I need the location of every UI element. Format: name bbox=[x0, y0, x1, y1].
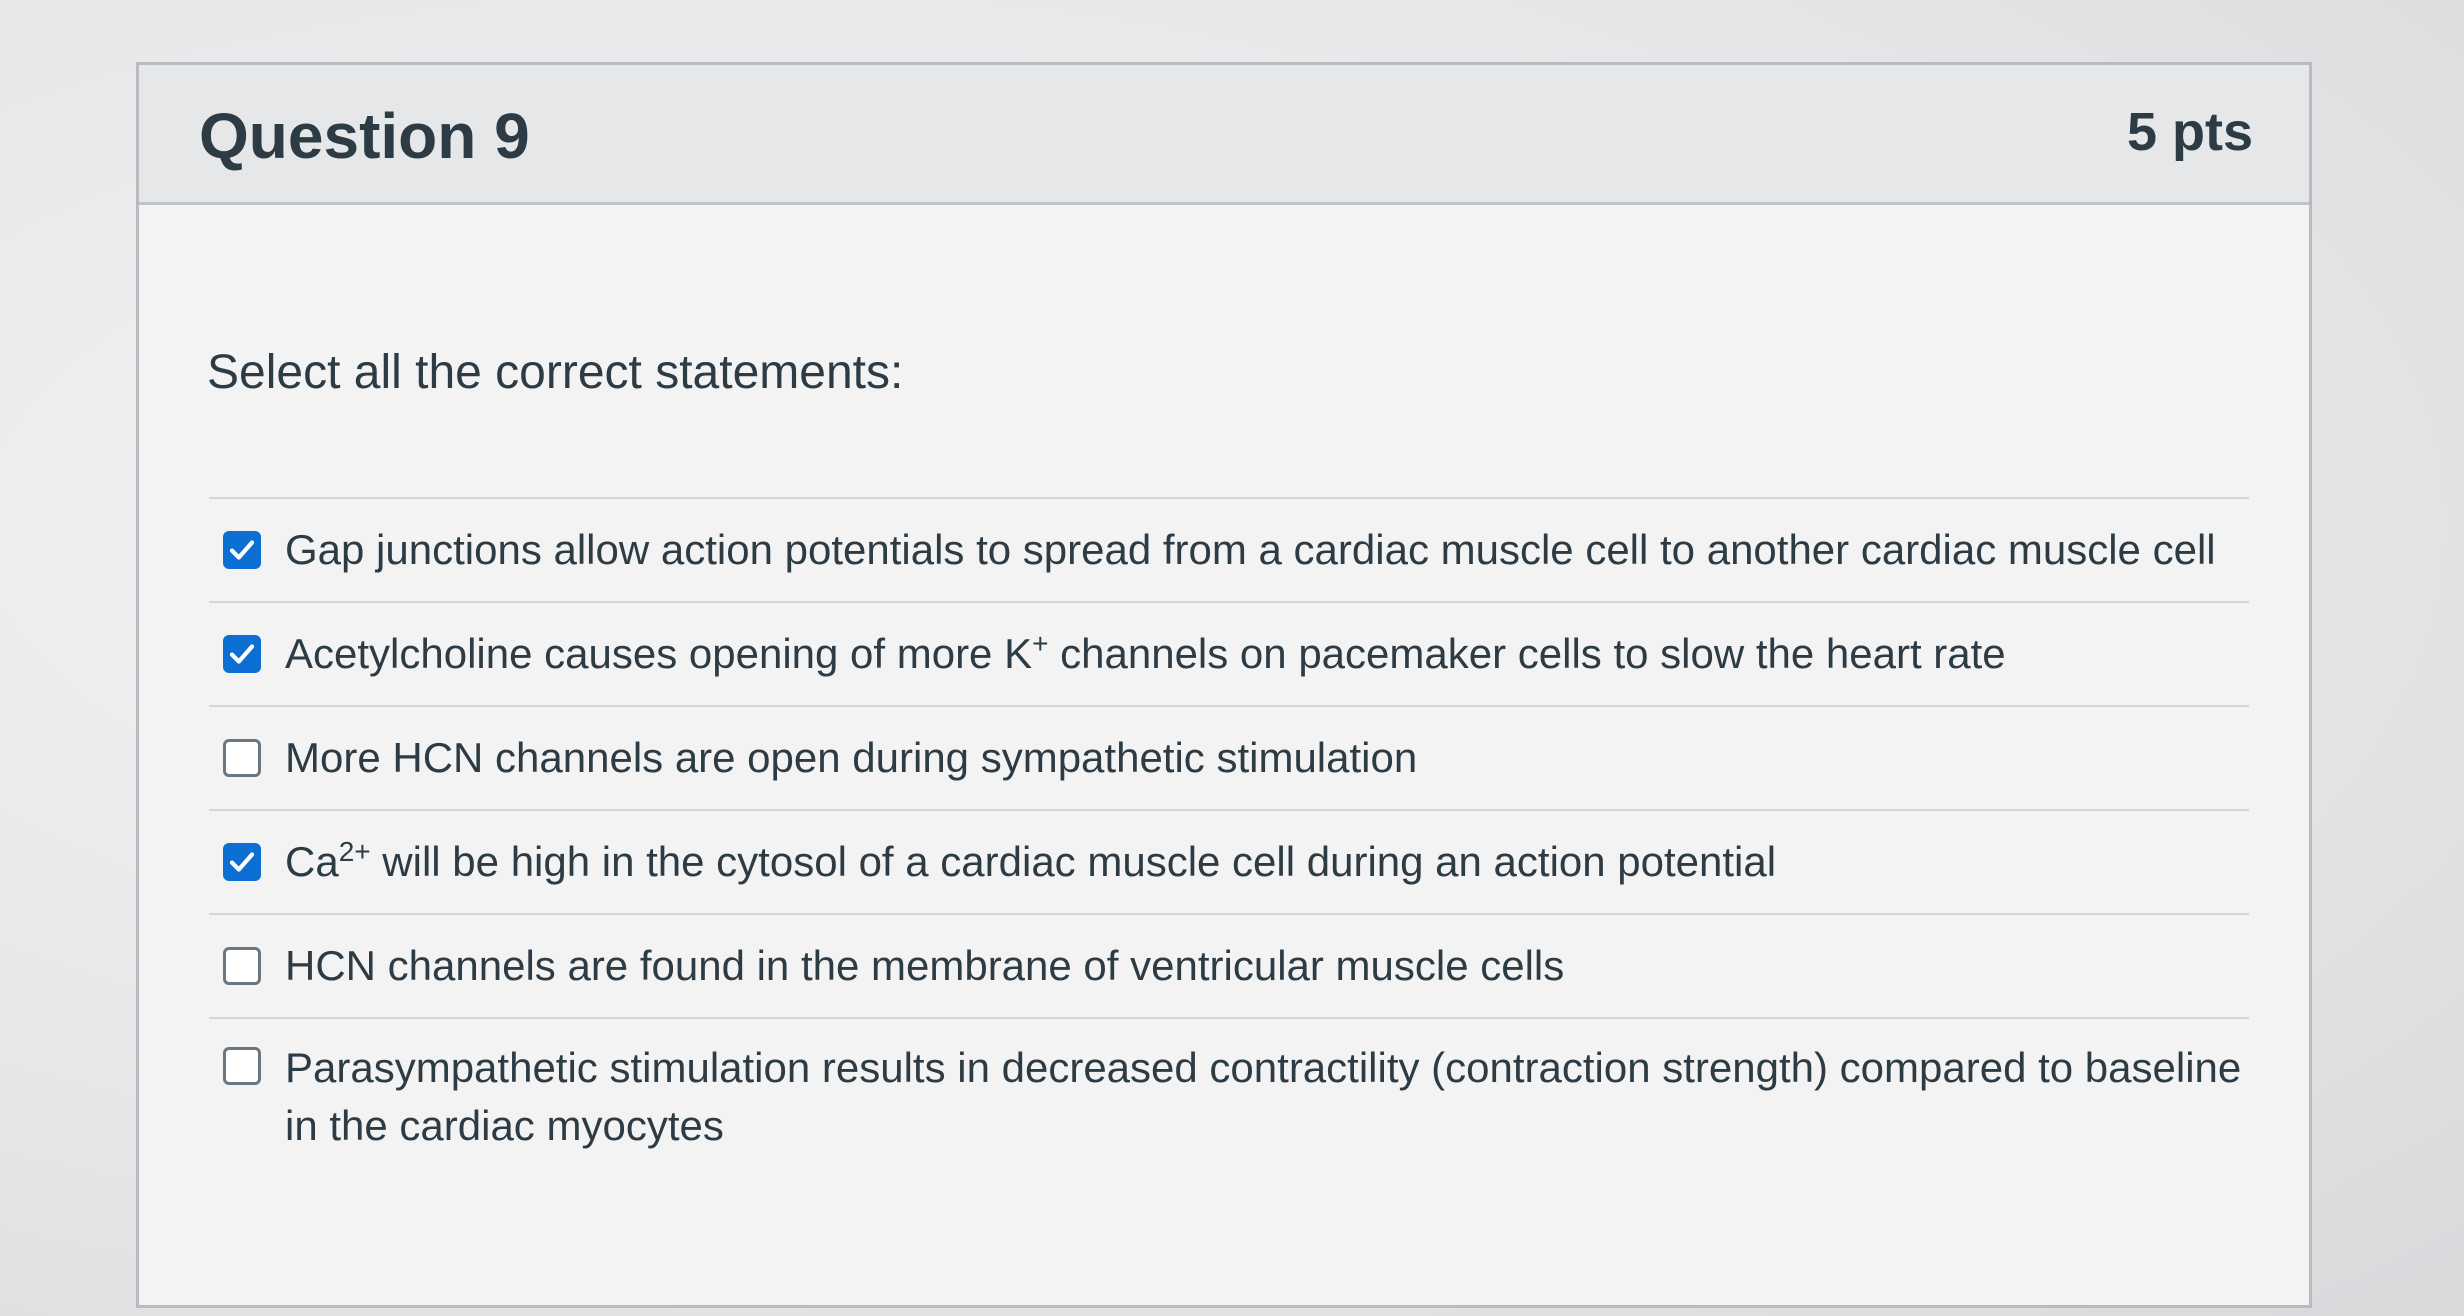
answer-option-4[interactable]: Ca2+ will be high in the cytosol of a ca… bbox=[209, 811, 2249, 915]
answer-option-1[interactable]: Gap junctions allow action potentials to… bbox=[209, 499, 2249, 603]
answer-label-2: Acetylcholine causes opening of more K+ … bbox=[285, 625, 2006, 683]
answer-option-5[interactable]: HCN channels are found in the membrane o… bbox=[209, 915, 2249, 1019]
question-title: Question 9 bbox=[199, 100, 530, 172]
question-points: 5 pts bbox=[2126, 102, 2253, 162]
answer-label-4-part2: will be high in the cytosol of a cardiac… bbox=[370, 838, 1777, 885]
check-icon bbox=[229, 644, 255, 664]
answer-label-4: Ca2+ will be high in the cytosol of a ca… bbox=[285, 833, 1776, 891]
answer-label-5: HCN channels are found in the membrane o… bbox=[285, 942, 1565, 989]
answer-option-6[interactable]: Parasympathetic stimulation results in d… bbox=[209, 1019, 2249, 1175]
answer-label-4-superscript: 2+ bbox=[338, 836, 371, 867]
answer-label-2-superscript: + bbox=[1032, 628, 1049, 659]
check-icon bbox=[229, 540, 255, 560]
answer-label-1: Gap junctions allow action potentials to… bbox=[285, 526, 2216, 573]
answer-label-6: Parasympathetic stimulation results in d… bbox=[285, 1044, 2242, 1149]
question-card: Question 9 5 pts Select all the correct … bbox=[136, 62, 2312, 1308]
answer-checkbox-2[interactable] bbox=[223, 635, 261, 673]
check-icon bbox=[229, 852, 255, 872]
answer-checkbox-5[interactable] bbox=[223, 947, 261, 985]
answer-label-4-part1: Ca bbox=[285, 838, 339, 885]
answer-checkbox-3[interactable] bbox=[223, 739, 261, 777]
answer-option-3[interactable]: More HCN channels are open during sympat… bbox=[209, 707, 2249, 811]
answer-checkbox-1[interactable] bbox=[223, 531, 261, 569]
answer-label-3: More HCN channels are open during sympat… bbox=[285, 734, 1418, 781]
answer-checkbox-6[interactable] bbox=[223, 1047, 261, 1085]
answer-option-2[interactable]: Acetylcholine causes opening of more K+ … bbox=[209, 603, 2249, 707]
question-header: Question 9 5 pts bbox=[139, 65, 2309, 205]
answer-label-2-part1: Acetylcholine causes opening of more K bbox=[285, 630, 1033, 677]
answer-checkbox-4[interactable] bbox=[223, 843, 261, 881]
answer-list: Gap junctions allow action potentials to… bbox=[209, 497, 2249, 1175]
answer-label-2-part2: channels on pacemaker cells to slow the … bbox=[1048, 630, 2006, 677]
question-prompt: Select all the correct statements: bbox=[207, 346, 904, 399]
